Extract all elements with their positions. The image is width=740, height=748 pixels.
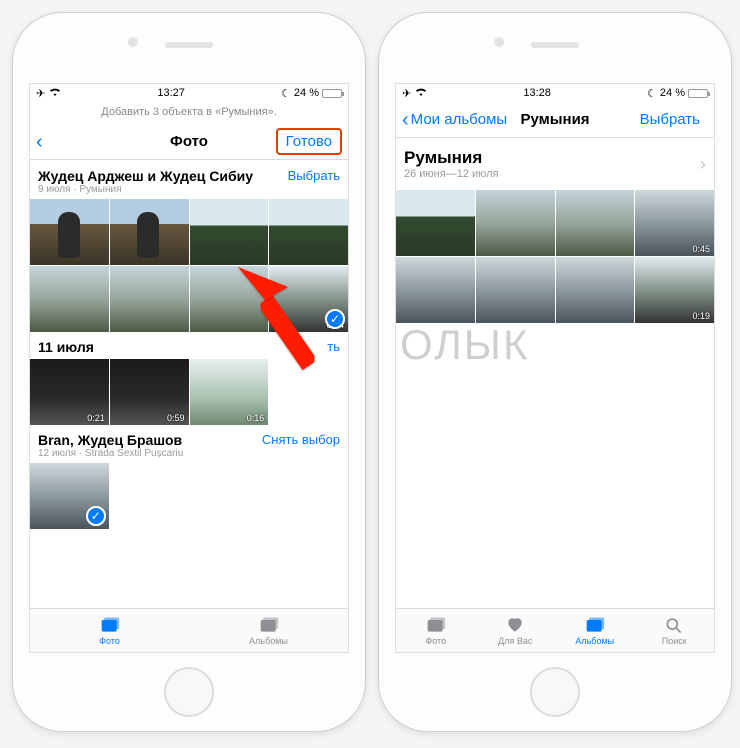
done-button[interactable]: Готово bbox=[276, 128, 342, 155]
tab-label: Альбомы bbox=[575, 636, 614, 646]
home-button[interactable] bbox=[530, 667, 580, 717]
clock: 13:28 bbox=[523, 87, 551, 99]
album-title: Румыния bbox=[404, 148, 499, 168]
video-thumb[interactable]: 0:14 ✓ bbox=[269, 266, 348, 332]
album-summary-row[interactable]: Румыния 26 июня—12 июля › bbox=[396, 138, 714, 190]
back-button[interactable]: ‹ bbox=[36, 132, 43, 152]
section-subtitle: 12 июля · Strada Sextil Pușcariu bbox=[38, 448, 183, 459]
tab-photos[interactable]: Фото bbox=[30, 609, 189, 652]
front-camera bbox=[494, 37, 504, 47]
photo-thumb[interactable] bbox=[556, 190, 635, 256]
video-thumb[interactable]: 0:21 bbox=[30, 359, 109, 425]
section-title: 11 июля bbox=[38, 339, 94, 355]
video-duration: 0:21 bbox=[87, 413, 105, 423]
battery-icon bbox=[688, 89, 708, 98]
photo-thumb[interactable] bbox=[30, 199, 109, 265]
video-duration: 0:59 bbox=[167, 413, 185, 423]
photo-thumb[interactable] bbox=[190, 266, 269, 332]
photo-thumb[interactable] bbox=[30, 266, 109, 332]
tab-photos[interactable]: Фото bbox=[396, 609, 476, 652]
photo-thumb[interactable] bbox=[190, 199, 269, 265]
battery-percent: 24 % bbox=[660, 87, 685, 99]
photo-thumb[interactable] bbox=[269, 199, 348, 265]
tab-albums[interactable]: Альбомы bbox=[189, 609, 348, 652]
tab-albums[interactable]: Альбомы bbox=[555, 609, 635, 652]
battery-icon bbox=[322, 89, 342, 98]
photo-thumb[interactable] bbox=[556, 257, 635, 323]
section-title: Жудец Арджеш и Жудец Сибиу bbox=[38, 168, 253, 184]
airplane-icon: ✈︎ bbox=[402, 87, 411, 100]
section-select-button[interactable]: Выбрать bbox=[288, 168, 340, 183]
home-button[interactable] bbox=[164, 667, 214, 717]
back-button[interactable]: ‹ Мои альбомы bbox=[402, 110, 507, 130]
status-bar: ✈︎ 13:28 ☾ 24 % bbox=[396, 84, 714, 102]
back-label: Мои альбомы bbox=[411, 111, 508, 128]
album-grid: 0:45 0:19 bbox=[396, 190, 714, 324]
video-thumb[interactable]: 0:45 bbox=[635, 190, 714, 256]
thumb-grid-3: ✓ bbox=[30, 463, 348, 530]
speaker-slot bbox=[531, 42, 579, 48]
thumb-grid-2: 0:21 0:59 0:16 bbox=[30, 359, 348, 426]
airplane-icon: ✈︎ bbox=[36, 87, 45, 100]
video-thumb[interactable]: 0:59 bbox=[110, 359, 189, 425]
album-date-range: 26 июня—12 июля bbox=[404, 168, 499, 180]
video-thumb[interactable]: 0:16 bbox=[190, 359, 269, 425]
wifi-icon bbox=[415, 87, 427, 100]
nav-bar: ‹ Мои альбомы Румыния Выбрать bbox=[396, 102, 714, 138]
photo-thumb[interactable] bbox=[396, 190, 475, 256]
iphone-device-left: ✈︎ 13:27 ☾ 24 % Добавить 3 объекта в «Ру… bbox=[12, 12, 366, 732]
add-banner: Добавить 3 объекта в «Румыния». bbox=[30, 102, 348, 124]
screen-left: ✈︎ 13:27 ☾ 24 % Добавить 3 объекта в «Ру… bbox=[29, 83, 349, 653]
chevron-left-icon: ‹ bbox=[402, 110, 409, 130]
wifi-icon bbox=[49, 87, 61, 100]
section-subtitle: 9 июля · Румыния bbox=[38, 184, 253, 195]
selected-check-icon: ✓ bbox=[86, 506, 106, 526]
photo-thumb[interactable]: ✓ bbox=[30, 463, 109, 529]
tab-foryou[interactable]: Для Вас bbox=[476, 609, 556, 652]
section-select-button[interactable]: ть bbox=[327, 339, 340, 354]
tab-label: Фото bbox=[425, 636, 446, 646]
tab-search[interactable]: Поиск bbox=[635, 609, 715, 652]
video-thumb[interactable]: 0:19 bbox=[635, 257, 714, 323]
deselect-button[interactable]: Снять выбор bbox=[262, 432, 340, 447]
dnd-icon: ☾ bbox=[647, 87, 657, 100]
select-button[interactable]: Выбрать bbox=[632, 108, 708, 131]
battery-percent: 24 % bbox=[294, 87, 319, 99]
thumb-grid-1: 0:14 ✓ bbox=[30, 199, 348, 333]
tab-bar: Фото Для Вас Альбомы Поиск bbox=[396, 608, 714, 652]
video-duration: 0:45 bbox=[692, 244, 710, 254]
section-header-2: 11 июля ть bbox=[30, 333, 348, 359]
tab-bar: Фото Альбомы bbox=[30, 608, 348, 652]
video-duration: 0:19 bbox=[692, 311, 710, 321]
photo-thumb[interactable] bbox=[476, 257, 555, 323]
tab-label: Фото bbox=[99, 636, 120, 646]
tab-label: Альбомы bbox=[249, 636, 288, 646]
nav-bar: ‹ Фото Готово bbox=[30, 124, 348, 160]
photo-thumb[interactable] bbox=[476, 190, 555, 256]
section-header-1: Жудец Арджеш и Жудец Сибиу 9 июля · Румы… bbox=[30, 162, 348, 199]
front-camera bbox=[128, 37, 138, 47]
iphone-device-right: ✈︎ 13:28 ☾ 24 % ‹ Мои альбомы Румыния Вы… bbox=[378, 12, 732, 732]
photo-thumb[interactable] bbox=[396, 257, 475, 323]
status-bar: ✈︎ 13:27 ☾ 24 % bbox=[30, 84, 348, 102]
chevron-right-icon: › bbox=[700, 154, 706, 175]
video-duration: 0:16 bbox=[247, 413, 265, 423]
clock: 13:27 bbox=[157, 87, 185, 99]
speaker-slot bbox=[165, 42, 213, 48]
screen-right: ✈︎ 13:28 ☾ 24 % ‹ Мои альбомы Румыния Вы… bbox=[395, 83, 715, 653]
selected-check-icon: ✓ bbox=[325, 309, 345, 329]
section-header-3: Bran, Жудец Брашов 12 июля · Strada Sext… bbox=[30, 426, 348, 463]
photo-thumb[interactable] bbox=[110, 199, 189, 265]
dnd-icon: ☾ bbox=[281, 87, 291, 100]
tab-label: Поиск bbox=[662, 636, 687, 646]
tab-label: Для Вас bbox=[498, 636, 532, 646]
section-title: Bran, Жудец Брашов bbox=[38, 432, 183, 448]
photo-thumb[interactable] bbox=[110, 266, 189, 332]
